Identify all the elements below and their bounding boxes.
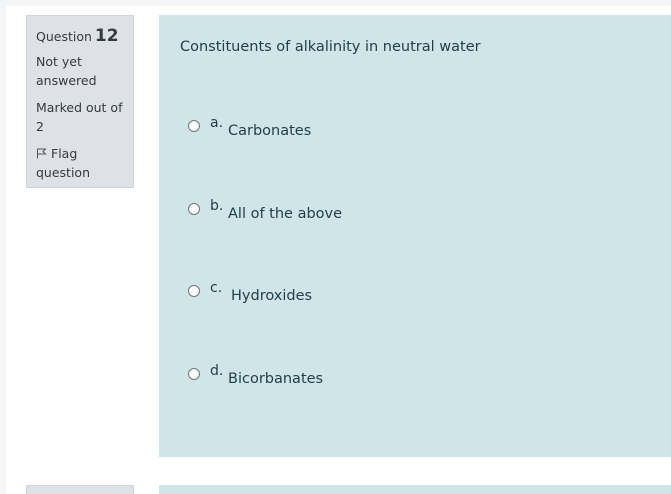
question-info-panel: Question 12 Not yet answered Marked out o… <box>26 15 134 188</box>
answer-letter: a. <box>210 115 224 131</box>
answer-option-a[interactable]: a. Carbonates <box>188 115 488 150</box>
question-state: Not yet answered <box>36 54 97 88</box>
radio-icon[interactable] <box>188 285 200 297</box>
radio-icon[interactable] <box>188 120 200 132</box>
radio-icon[interactable] <box>188 203 200 215</box>
next-question-content-panel <box>159 485 671 494</box>
page-top-strip <box>0 0 671 6</box>
page-left-strip <box>0 0 6 494</box>
answer-letter: b. <box>210 198 224 214</box>
flag-question-link[interactable]: Flag question <box>36 144 125 182</box>
answer-letter: d. <box>210 363 224 379</box>
next-question-info-panel <box>26 485 134 494</box>
answer-text: Carbonates <box>228 123 312 139</box>
answer-text: All of the above <box>228 206 343 222</box>
answer-text: Hydroxides <box>231 288 313 304</box>
answer-option-d[interactable]: d. Bicorbanates <box>188 363 488 398</box>
question-number: 12 <box>94 26 119 46</box>
question-content-panel: Constituents of alkalinity in neutral wa… <box>159 15 671 457</box>
question-label: Question <box>36 29 92 44</box>
answer-option-c[interactable]: c. Hydroxides <box>188 280 488 315</box>
flag-icon <box>37 148 47 159</box>
radio-icon[interactable] <box>188 368 200 380</box>
answer-letter: c. <box>210 280 223 296</box>
question-number-line: Question 12 <box>36 24 125 49</box>
answer-option-b[interactable]: b. All of the above <box>188 198 488 233</box>
question-grade: Marked out of 2 <box>36 100 123 134</box>
question-text: Constituents of alkalinity in neutral wa… <box>180 39 481 55</box>
answer-text: Bicorbanates <box>228 371 324 387</box>
